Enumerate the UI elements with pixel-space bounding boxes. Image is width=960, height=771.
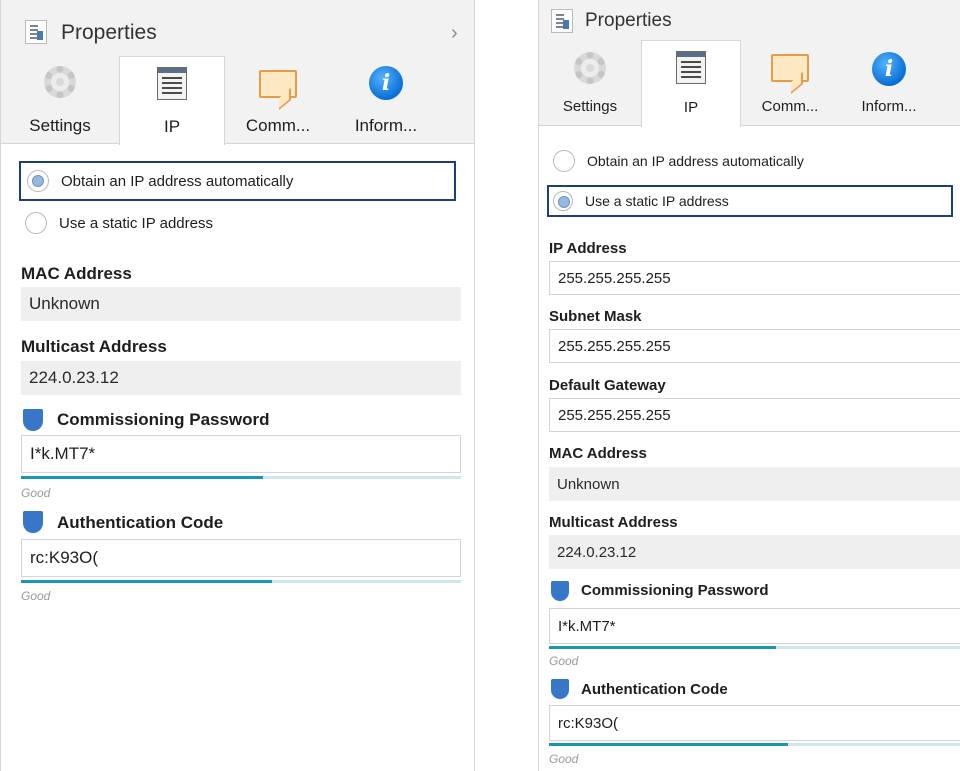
mac-address-label: MAC Address: [549, 445, 647, 462]
strength-fill: [549, 646, 776, 649]
tab-label: Comm...: [761, 98, 819, 115]
tab-label: Inform...: [861, 98, 917, 115]
authentication-code-label: Authentication Code: [581, 681, 728, 698]
shield-icon: [23, 409, 43, 431]
tab-ip[interactable]: IP: [641, 40, 741, 127]
tab-strip: Settings IP Comm... i Inform...: [1, 56, 474, 145]
ip-address-input[interactable]: 255.255.255.255: [549, 261, 960, 295]
tab-strip: Settings IP Comm... i Inform...: [539, 40, 960, 127]
tab-label: IP: [683, 99, 699, 116]
tab-label: Inform...: [354, 116, 418, 135]
multicast-address-label: Multicast Address: [549, 514, 678, 531]
radio-button-checked[interactable]: [553, 191, 573, 211]
comment-icon: [259, 70, 297, 98]
radio-obtain-automatically[interactable]: Obtain an IP address automatically: [547, 146, 953, 176]
tab-settings[interactable]: Settings: [539, 40, 641, 126]
tab-ip[interactable]: IP: [119, 56, 225, 145]
properties-panel-left: Properties › Settings IP Comm... i Infor…: [0, 0, 475, 771]
authentication-code-input[interactable]: rc:K93O(: [549, 705, 960, 741]
multicast-address-value: 224.0.23.12: [549, 535, 960, 569]
commissioning-password-input[interactable]: I*k.MT7*: [549, 608, 960, 644]
commissioning-password-label: Commissioning Password: [57, 410, 270, 429]
radio-static-ip[interactable]: Use a static IP address: [547, 185, 953, 217]
radio-obtain-automatically[interactable]: Obtain an IP address automatically: [19, 161, 456, 201]
mac-address-value: Unknown: [21, 287, 461, 321]
radio-button[interactable]: [25, 212, 47, 234]
gear-icon: [574, 52, 606, 84]
tab-label: Settings: [29, 116, 91, 135]
properties-icon: [25, 20, 47, 44]
authentication-code-input[interactable]: rc:K93O(: [21, 539, 461, 577]
tab-settings[interactable]: Settings: [1, 56, 119, 144]
radio-label: Use a static IP address: [585, 193, 729, 209]
tab-information[interactable]: i Inform...: [839, 40, 939, 126]
ip-address-label: IP Address: [549, 240, 627, 257]
radio-label: Use a static IP address: [59, 214, 213, 232]
authentication-strength-text: Good: [549, 752, 579, 766]
commissioning-strength-text: Good: [549, 654, 579, 668]
comment-icon: [771, 54, 809, 82]
strength-fill: [21, 476, 263, 479]
strength-fill: [549, 743, 788, 746]
strength-fill: [21, 580, 272, 583]
shield-icon: [551, 679, 569, 699]
mac-address-label: MAC Address: [21, 264, 132, 283]
radio-label: Obtain an IP address automatically: [587, 153, 804, 169]
tab-information[interactable]: i Inform...: [331, 56, 441, 144]
tab-label: Settings: [562, 98, 618, 115]
info-icon: i: [369, 66, 403, 100]
gear-icon: [44, 66, 76, 98]
tab-commissioning[interactable]: Comm...: [741, 40, 839, 126]
radio-button[interactable]: [553, 150, 575, 172]
shield-icon: [551, 581, 569, 601]
panel-header: Properties: [539, 0, 960, 40]
commissioning-strength-meter: [21, 476, 461, 479]
authentication-strength-meter: [549, 743, 960, 746]
properties-panel-right: Properties Settings IP Comm... i Inform.…: [538, 0, 960, 771]
commissioning-strength-text: Good: [21, 486, 51, 500]
default-gateway-input[interactable]: 255.255.255.255: [549, 398, 960, 432]
properties-icon: [551, 9, 573, 33]
authentication-strength-meter: [21, 580, 461, 583]
panel-title: Properties: [585, 10, 672, 31]
commissioning-password-input[interactable]: I*k.MT7*: [21, 435, 461, 473]
radio-label: Obtain an IP address automatically: [61, 172, 294, 190]
authentication-strength-text: Good: [21, 589, 51, 603]
mac-address-value: Unknown: [549, 467, 960, 501]
authentication-code-label: Authentication Code: [57, 513, 224, 532]
panel-header: Properties ›: [1, 0, 474, 56]
tab-label: Comm...: [245, 116, 311, 135]
radio-static-ip[interactable]: Use a static IP address: [19, 206, 456, 240]
collapse-chevron-icon[interactable]: ›: [451, 22, 458, 45]
multicast-address-label: Multicast Address: [21, 337, 167, 356]
list-icon: [157, 67, 187, 100]
subnet-mask-input[interactable]: 255.255.255.255: [549, 329, 960, 363]
tab-commissioning[interactable]: Comm...: [225, 56, 331, 144]
commissioning-strength-meter: [549, 646, 960, 649]
list-icon: [676, 51, 706, 84]
commissioning-password-label: Commissioning Password: [581, 582, 769, 599]
tab-label: IP: [163, 117, 181, 136]
info-icon: i: [872, 52, 906, 86]
radio-button-checked[interactable]: [27, 170, 49, 192]
default-gateway-label: Default Gateway: [549, 377, 666, 394]
panel-title: Properties: [61, 21, 157, 44]
subnet-mask-label: Subnet Mask: [549, 308, 642, 325]
shield-icon: [23, 511, 43, 533]
multicast-address-value: 224.0.23.12: [21, 361, 461, 395]
